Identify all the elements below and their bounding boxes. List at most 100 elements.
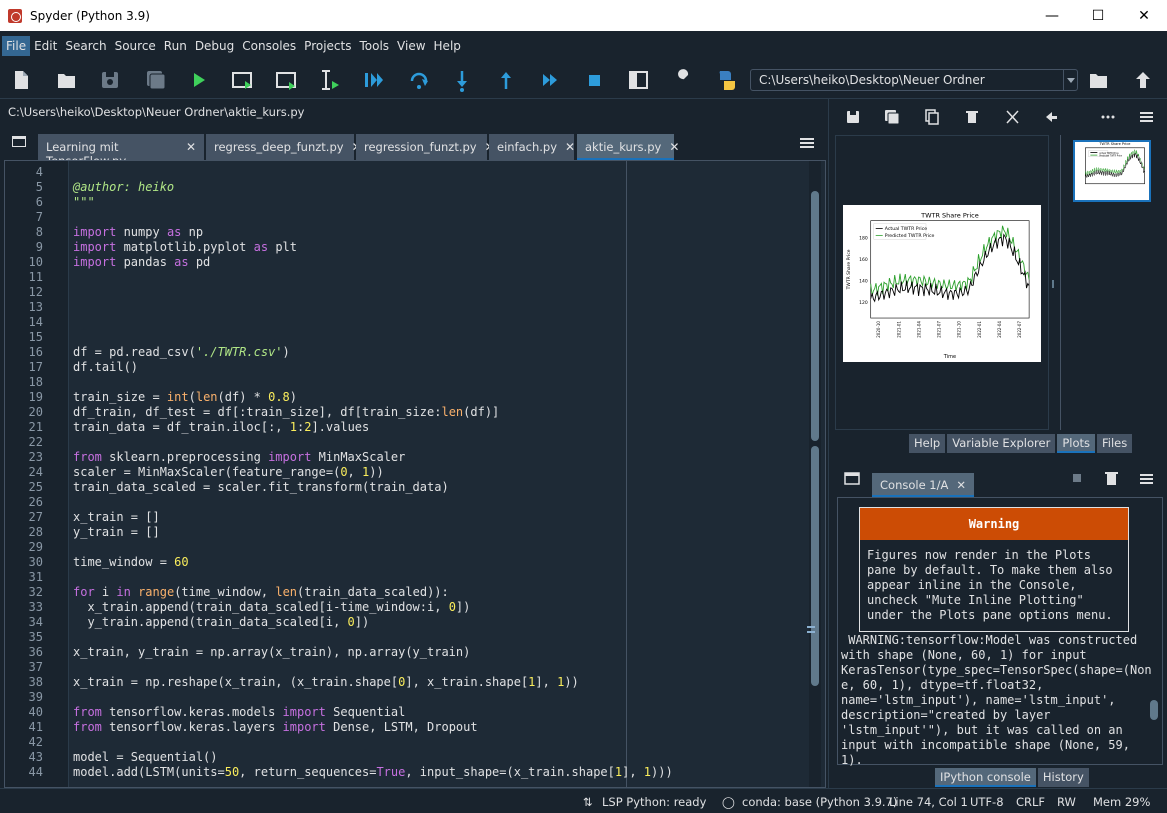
maximize-button[interactable]: ☐ [1075, 0, 1121, 31]
code-line[interactable]: 15 [29, 330, 805, 345]
step-into-icon[interactable] [457, 71, 467, 92]
menu-view[interactable]: View [393, 36, 429, 56]
code-line[interactable]: 19 train_size = int(len(df) * 0.8) [29, 390, 805, 405]
console-options-menu-icon[interactable] [1140, 474, 1153, 484]
menu-debug[interactable]: Debug [191, 36, 238, 56]
save-all-plots-icon[interactable] [885, 110, 900, 125]
code-line[interactable]: 28 y_train = [] [29, 525, 805, 540]
code-line[interactable]: 35 [29, 630, 805, 645]
code-line[interactable]: 38 x_train = np.reshape(x_train, (x_train… [29, 675, 805, 690]
tab-ipython-console[interactable]: IPython console [935, 768, 1036, 787]
editor-tab[interactable]: einfach.py ✕ [489, 134, 575, 160]
code-line[interactable]: 10 import pandas as pd [29, 255, 805, 270]
code-line[interactable]: 12 [29, 285, 805, 300]
stop-debug-icon[interactable] [589, 75, 600, 86]
chevron-down-icon[interactable] [1063, 70, 1077, 90]
interrupt-kernel-icon[interactable] [1073, 474, 1081, 482]
browse-tabs-icon[interactable] [12, 136, 26, 147]
code-line[interactable]: 32 for i in range(time_window, len(train_… [29, 585, 805, 600]
tab-files[interactable]: Files [1097, 434, 1133, 453]
browse-console-tabs-icon[interactable] [844, 472, 860, 485]
code-line[interactable]: 27 x_train = [] [29, 510, 805, 525]
menu-run[interactable]: Run [160, 36, 191, 56]
code-line[interactable]: 20 df_train, df_test = df[:train_size], d… [29, 405, 805, 420]
code-line[interactable]: 44 model.add(LSTM(units=50, return_sequen… [29, 765, 805, 780]
browse-folder-icon[interactable] [1090, 74, 1107, 88]
step-return-icon[interactable] [501, 72, 511, 89]
editor-tab[interactable]: aktie_kurs.py ✕ [577, 134, 679, 160]
console-scrollbar-handle[interactable] [1150, 700, 1158, 720]
close-icon[interactable]: ✕ [669, 140, 679, 158]
save-all-icon[interactable] [147, 71, 166, 90]
editor-scrollbar-handle[interactable] [811, 191, 819, 441]
code-line[interactable]: 8 import numpy as np [36, 225, 805, 240]
maximize-pane-icon[interactable] [629, 71, 648, 89]
code-line[interactable]: 40 from tensorflow.keras.models import Se… [29, 705, 805, 720]
code-line[interactable]: 4 [36, 165, 805, 180]
remove-variables-icon[interactable] [1105, 472, 1118, 485]
menu-consoles[interactable]: Consoles [238, 36, 300, 56]
code-line[interactable]: 26 [29, 495, 805, 510]
code-line[interactable]: 14 [29, 315, 805, 330]
save-icon[interactable] [102, 72, 118, 88]
menu-help[interactable]: Help [430, 36, 465, 56]
plots-options-menu-icon[interactable] [1140, 112, 1153, 122]
tab-variable-explorer[interactable]: Variable Explorer [947, 434, 1056, 453]
code-line[interactable]: 5 @author: heiko [36, 180, 805, 195]
run-cell-advance-icon[interactable] [276, 72, 296, 90]
code-line[interactable]: 7 [36, 210, 805, 225]
run-selection-icon[interactable] [322, 70, 339, 90]
run-cell-icon[interactable] [232, 72, 252, 89]
editor-tab[interactable]: regression_funzt.py✕ [356, 134, 495, 160]
console-scrollbar[interactable] [1148, 500, 1160, 762]
close-icon[interactable]: ✕ [186, 140, 196, 160]
thumbnail-splitter[interactable] [1052, 280, 1054, 288]
code-line[interactable]: 31 [29, 570, 805, 585]
console-tab[interactable]: Console 1/A ✕ [872, 473, 975, 497]
code-line[interactable]: 9 import matplotlib.pyplot as plt [36, 240, 805, 255]
editor-tab[interactable]: Learning mit TensorFlow.py ✕ [38, 134, 204, 168]
menu-edit[interactable]: Edit [30, 36, 61, 56]
continue-icon[interactable] [543, 74, 557, 86]
working-directory-combo[interactable]: C:\Users\heiko\Desktop\Neuer Ordner [750, 69, 1078, 91]
previous-plot-icon[interactable] [1046, 112, 1057, 122]
editor-scrollbar[interactable] [807, 161, 821, 787]
editor-tab[interactable]: regress_deep_funzt.py✕ [206, 134, 362, 160]
code-line[interactable]: 13 [29, 300, 805, 315]
code-editor[interactable]: 4 5 @author: heiko 6 """ 7 8 import numpy as np… [4, 160, 826, 788]
save-plot-icon[interactable] [847, 111, 859, 123]
code-line[interactable]: 25 train_data_scaled = scaler.fit_transfo… [29, 480, 805, 495]
menu-tools[interactable]: Tools [355, 36, 393, 56]
code-line[interactable]: 30 time_window = 60 [29, 555, 805, 570]
step-over-icon[interactable] [410, 72, 428, 89]
editor-scrollbar-handle-lower[interactable] [811, 446, 819, 686]
lsp-status[interactable]: LSP Python: ready [602, 795, 706, 809]
copy-plot-icon[interactable] [925, 109, 939, 125]
code-line[interactable]: 11 [29, 270, 805, 285]
plot-thumbnail[interactable]: TWTR Share Price Actual TWTR Price Predict… [1073, 140, 1151, 202]
code-line[interactable]: 23 from sklearn.preprocessing import MinM… [29, 450, 805, 465]
menu-file[interactable]: File [2, 36, 31, 56]
editor-options-menu-icon[interactable] [800, 138, 814, 148]
open-folder-icon[interactable] [58, 74, 75, 88]
run-icon[interactable] [194, 73, 205, 87]
conda-env[interactable]: conda: base (Python 3.9.7) [742, 795, 897, 809]
parent-directory-icon[interactable] [1136, 72, 1150, 88]
code-lines[interactable]: 4 5 @author: heiko 6 """ 7 8 import numpy as np… [29, 165, 805, 780]
code-line[interactable]: 43 model = Sequential() [29, 750, 805, 765]
code-line[interactable]: 29 [29, 540, 805, 555]
new-file-icon[interactable] [15, 71, 28, 89]
code-line[interactable]: 16 df = pd.read_csv('./TWTR.csv') [29, 345, 805, 360]
tab-history[interactable]: History [1037, 768, 1089, 787]
python-path-icon[interactable] [719, 71, 735, 90]
code-line[interactable]: 34 y_train.append(train_data_scaled[i, 0… [29, 615, 805, 630]
preferences-wrench-icon[interactable] [675, 69, 689, 88]
tab-plots[interactable]: Plots [1057, 434, 1095, 453]
code-line[interactable]: 24 scaler = MinMaxScaler(feature_range=(0… [29, 465, 805, 480]
code-line[interactable]: 36 x_train, y_train = np.array(x_train), … [29, 645, 805, 660]
minimize-button[interactable]: — [1029, 0, 1075, 31]
code-line[interactable]: 41 from tensorflow.keras.layers import De… [29, 720, 805, 735]
code-line[interactable]: 33 x_train.append(train_data_scaled[i-ti… [29, 600, 805, 615]
menu-projects[interactable]: Projects [300, 36, 355, 56]
code-line[interactable]: 18 [29, 375, 805, 390]
